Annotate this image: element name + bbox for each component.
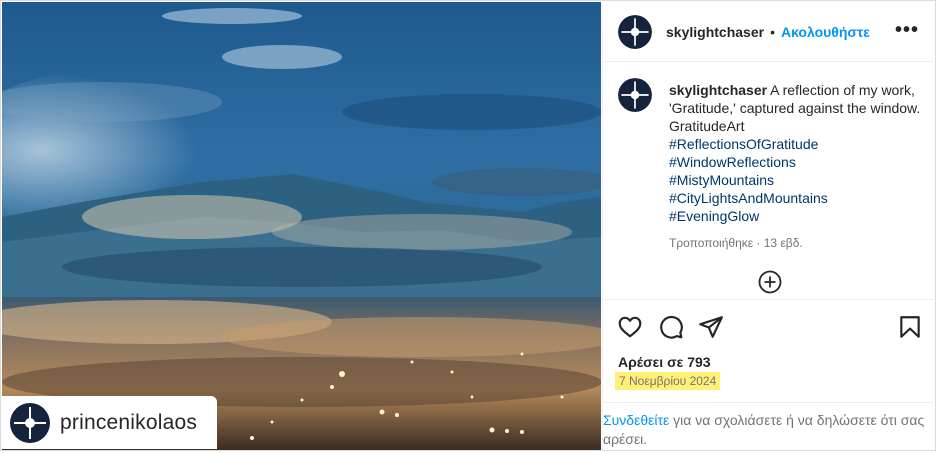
caption-author-avatar[interactable] <box>618 78 652 112</box>
comment-icon[interactable] <box>658 314 684 340</box>
post-header: skylightchaser • Ακολουθήστε ••• <box>603 2 937 62</box>
hashtag-link[interactable]: #ReflectionsOfGratitude <box>669 135 924 153</box>
hashtag-link[interactable]: #EveningGlow <box>669 207 924 225</box>
share-icon[interactable] <box>698 314 724 340</box>
header-separator: • <box>770 23 775 40</box>
hashtag-link[interactable]: #WindowReflections <box>669 153 924 171</box>
repost-username: princenikolaos <box>60 410 198 434</box>
action-bar <box>603 299 937 351</box>
repost-watermark: princenikolaos <box>2 396 217 449</box>
plus-circle-icon[interactable] <box>758 270 782 294</box>
author-avatar[interactable] <box>618 14 652 49</box>
post-image[interactable] <box>2 2 601 450</box>
bookmark-icon[interactable] <box>897 314 923 340</box>
caption-username[interactable]: skylightchaser <box>669 82 767 98</box>
post-date: 7 Νοεμβρίου 2024 <box>615 372 721 390</box>
post-frame: princenikolaos skylightchaser • Ακολουθή… <box>0 0 937 451</box>
heart-icon[interactable] <box>617 314 643 340</box>
likes-count[interactable]: Αρέσει σε 793 <box>618 354 711 370</box>
repost-avatar <box>10 402 50 443</box>
hashtag-link[interactable]: #MistyMountains <box>669 171 924 189</box>
comment-login-prompt: Συνδεθείτε για να σχολιάσετε ή να δηλώσε… <box>603 402 937 450</box>
login-link[interactable]: Συνδεθείτε <box>603 412 669 428</box>
follow-button[interactable]: Ακολουθήστε <box>781 24 870 40</box>
edited-timestamp: Τροποποιήθηκε · 13 εβδ. <box>669 236 803 250</box>
more-horizontal-icon[interactable]: ••• <box>895 19 919 42</box>
hashtag-link[interactable]: #CityLightsAndMountains <box>669 189 924 207</box>
author-username[interactable]: skylightchaser <box>666 24 764 40</box>
post-sidebar: skylightchaser • Ακολουθήστε ••• skyligh… <box>602 2 937 450</box>
